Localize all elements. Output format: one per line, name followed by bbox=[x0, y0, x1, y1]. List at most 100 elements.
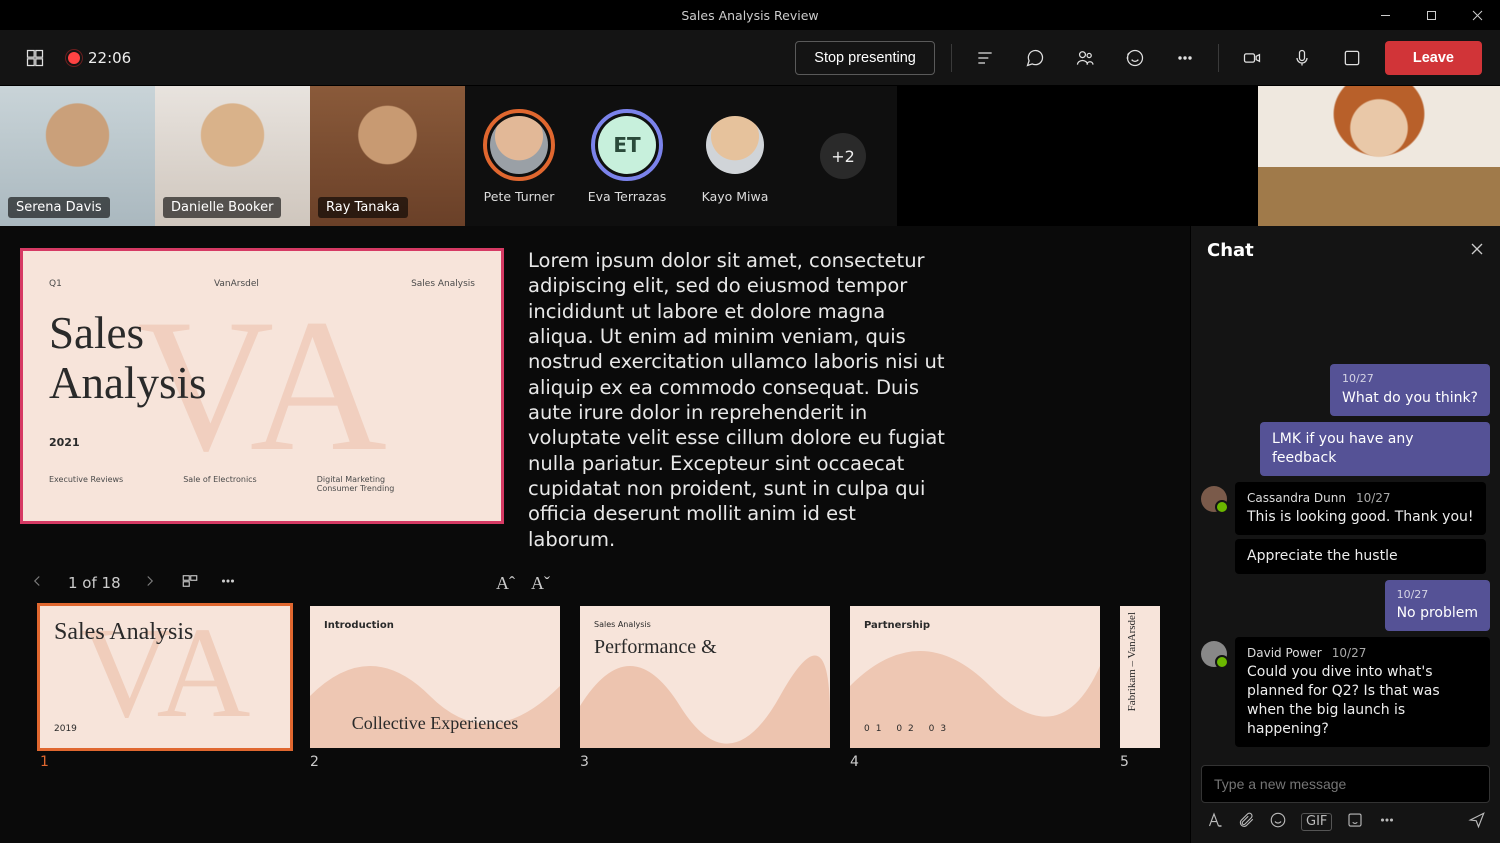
chat-message-mine[interactable]: 10/27 No problem bbox=[1385, 580, 1490, 632]
gif-icon[interactable]: GIF bbox=[1301, 813, 1332, 831]
participant-name: Danielle Booker bbox=[163, 197, 281, 218]
next-slide-icon[interactable] bbox=[141, 572, 161, 594]
slide-nav: 1 of 18 Aˆ Aˇ bbox=[20, 572, 1170, 594]
font-increase-icon[interactable]: Aˆ bbox=[496, 573, 515, 594]
thumb-number: 2 bbox=[310, 754, 560, 770]
message-timestamp: 10/27 bbox=[1342, 372, 1478, 387]
grid-view-icon[interactable] bbox=[181, 572, 199, 594]
avatar bbox=[1201, 641, 1227, 667]
share-icon[interactable] bbox=[1335, 41, 1369, 75]
presenter-video[interactable] bbox=[1258, 86, 1500, 226]
message-text: LMK if you have any feedback bbox=[1272, 430, 1478, 468]
title-bar: Sales Analysis Review bbox=[0, 0, 1500, 30]
font-decrease-icon[interactable]: Aˇ bbox=[531, 573, 550, 594]
slide-counter: 1 of 18 bbox=[68, 574, 121, 592]
overflow-count: +2 bbox=[820, 133, 866, 179]
reactions-icon[interactable] bbox=[1118, 41, 1152, 75]
participant-avatar[interactable]: Pete Turner bbox=[465, 86, 573, 226]
chat-compose: GIF bbox=[1191, 755, 1500, 843]
window-maximize-icon[interactable] bbox=[1408, 0, 1454, 30]
slide-thumbnail[interactable]: Introduction Collective Experiences bbox=[310, 606, 560, 748]
avatar-initials: ET bbox=[598, 116, 656, 174]
slide-thumbnail[interactable]: VA Sales Analysis 2019 bbox=[40, 606, 290, 748]
window-close-icon[interactable] bbox=[1454, 0, 1500, 30]
current-slide[interactable]: VA Q1 VanArsdel Sales Analysis Sales Ana… bbox=[20, 248, 504, 524]
message-timestamp: 10/27 bbox=[1332, 646, 1367, 660]
window-title: Sales Analysis Review bbox=[681, 8, 818, 23]
chat-heading: Chat bbox=[1207, 240, 1254, 261]
more-icon[interactable] bbox=[219, 572, 237, 594]
chat-icon[interactable] bbox=[1018, 41, 1052, 75]
slide-thumbnail[interactable]: Sales Analysis Performance & bbox=[580, 606, 830, 748]
speaker-notes: Lorem ipsum dolor sit amet, consectetur … bbox=[528, 248, 948, 552]
participants-overflow[interactable]: +2 bbox=[789, 86, 897, 226]
emoji-icon[interactable] bbox=[1269, 811, 1287, 833]
thumb-sub: Sales Analysis bbox=[594, 620, 816, 629]
thumb-title: Sales Analysis bbox=[54, 620, 276, 645]
chat-input-field[interactable] bbox=[1201, 765, 1490, 803]
slide-year: 2021 bbox=[49, 436, 475, 449]
message-text: No problem bbox=[1397, 604, 1478, 623]
thumb-number: 5 bbox=[1120, 754, 1160, 770]
notes-icon[interactable] bbox=[968, 41, 1002, 75]
thumb-title: Partnership bbox=[864, 620, 1086, 631]
slide-corner: Sales Analysis bbox=[411, 279, 475, 289]
participant-name: Serena Davis bbox=[8, 197, 110, 218]
message-author: David Power bbox=[1247, 646, 1322, 660]
leave-button[interactable]: Leave bbox=[1385, 41, 1482, 75]
participant-name: Pete Turner bbox=[484, 189, 555, 204]
chat-messages[interactable]: 10/27 What do you think? LMK if you have… bbox=[1191, 275, 1500, 755]
slide-thumbnail[interactable]: Fabrikam – VanArsdel bbox=[1120, 606, 1160, 748]
participant-video[interactable]: Danielle Booker bbox=[155, 86, 310, 226]
slide-brand: VanArsdel bbox=[214, 279, 259, 289]
participant-name: Ray Tanaka bbox=[318, 197, 408, 218]
attach-icon[interactable] bbox=[1237, 811, 1255, 833]
window-minimize-icon[interactable] bbox=[1362, 0, 1408, 30]
participant-video[interactable]: Serena Davis bbox=[0, 86, 155, 226]
thumb-title: Introduction bbox=[324, 620, 546, 631]
close-icon[interactable] bbox=[1470, 241, 1484, 260]
record-icon bbox=[68, 52, 80, 64]
message-text: What do you think? bbox=[1342, 389, 1478, 408]
thumb-number: 1 bbox=[40, 754, 290, 770]
divider bbox=[951, 44, 952, 72]
stop-presenting-button[interactable]: Stop presenting bbox=[795, 41, 935, 75]
message-timestamp: 10/27 bbox=[1356, 491, 1391, 505]
slide-thumbnails: VA Sales Analysis 2019 1 Introduction Co… bbox=[20, 594, 1170, 780]
message-text: This is looking good. Thank you! bbox=[1247, 508, 1474, 527]
thumb-sub: 01 02 03 bbox=[864, 724, 1086, 734]
slide-thumbnail[interactable]: Partnership 01 02 03 bbox=[850, 606, 1100, 748]
meeting-toolbar: 22:06 Stop presenting Leave bbox=[0, 30, 1500, 86]
participant-name: Eva Terrazas bbox=[588, 189, 667, 204]
message-timestamp: 10/27 bbox=[1397, 588, 1478, 603]
participant-avatar[interactable]: Kayo Miwa bbox=[681, 86, 789, 226]
avatar bbox=[1201, 486, 1227, 512]
more-icon[interactable] bbox=[1378, 811, 1396, 833]
camera-icon[interactable] bbox=[1235, 41, 1269, 75]
participant-video[interactable]: Ray Tanaka bbox=[310, 86, 465, 226]
presentation-stage: VA Q1 VanArsdel Sales Analysis Sales Ana… bbox=[0, 226, 1190, 843]
prev-slide-icon[interactable] bbox=[28, 572, 48, 594]
thumb-title: Performance & bbox=[594, 637, 816, 658]
chat-message-other[interactable]: David Power 10/27 Could you dive into wha… bbox=[1201, 637, 1490, 747]
slide-foot: Digital Marketing Consumer Trending bbox=[317, 475, 397, 493]
layout-grid-icon[interactable] bbox=[18, 41, 52, 75]
mic-icon[interactable] bbox=[1285, 41, 1319, 75]
format-icon[interactable] bbox=[1205, 811, 1223, 833]
send-icon[interactable] bbox=[1468, 811, 1486, 833]
chat-message-mine[interactable]: 10/27 What do you think? bbox=[1330, 364, 1490, 416]
thumb-number: 3 bbox=[580, 754, 830, 770]
chat-message-other[interactable]: Cassandra Dunn 10/27 This is looking good… bbox=[1201, 482, 1486, 574]
message-text: Appreciate the hustle bbox=[1247, 547, 1474, 566]
chat-message-mine[interactable]: LMK if you have any feedback bbox=[1260, 422, 1490, 476]
divider bbox=[1218, 44, 1219, 72]
sticker-icon[interactable] bbox=[1346, 811, 1364, 833]
thumb-number: 4 bbox=[850, 754, 1100, 770]
people-icon[interactable] bbox=[1068, 41, 1102, 75]
message-author: Cassandra Dunn bbox=[1247, 491, 1346, 505]
message-text: Could you dive into what's planned for Q… bbox=[1247, 663, 1478, 739]
thumb-sub: 2019 bbox=[54, 724, 276, 734]
participant-avatar[interactable]: ET Eva Terrazas bbox=[573, 86, 681, 226]
more-icon[interactable] bbox=[1168, 41, 1202, 75]
slide-foot: Sale of Electronics bbox=[183, 475, 257, 493]
